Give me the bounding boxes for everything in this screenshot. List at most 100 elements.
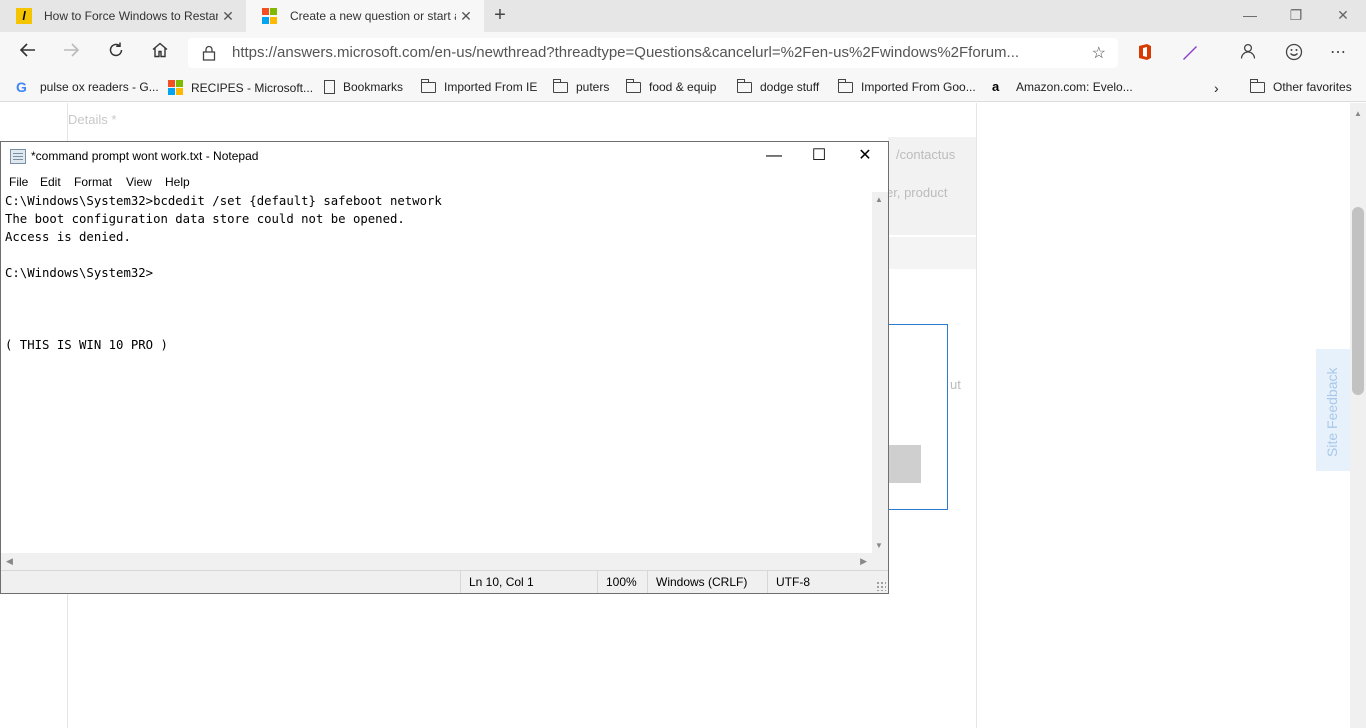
tab-strip: l How to Force Windows to Restar ✕ Creat… [0,0,1366,32]
resize-grip-icon[interactable] [876,581,886,591]
notepad-icon [10,149,26,164]
home-icon [152,42,168,58]
close-icon[interactable]: ✕ [842,142,888,172]
tab-title: Create a new question or start a [290,9,456,23]
favorite-item[interactable]: Imported From Goo... [837,78,976,94]
page-icon [324,80,335,94]
tab-new-question[interactable]: Create a new question or start a ✕ [246,0,484,32]
favorite-item[interactable]: Bookmarks [324,80,403,94]
favorite-label: dodge stuff [760,80,820,94]
favorite-label: puters [576,80,610,94]
favorite-item[interactable]: Imported From IE [420,78,538,94]
favorites-bar: G pulse ox readers - G... RECIPES - Micr… [0,74,1366,102]
favorite-item[interactable]: RECIPES - Microsoft... [168,80,313,95]
feedback-smiley-icon[interactable] [1284,43,1304,63]
vertical-scrollbar[interactable]: ▲ ▼ [872,192,888,553]
notepad-text-area[interactable]: C:\Windows\System32>bcdedit /set {defaul… [1,192,872,553]
page-text-fragment: ut [950,377,961,392]
profile-icon[interactable] [1238,43,1258,63]
notepad-menu-bar: File Edit Format View Help [1,172,888,192]
google-icon: G [16,79,27,95]
favorite-item[interactable]: G pulse ox readers - G... [16,80,159,94]
minimize-icon[interactable]: — [1227,0,1273,30]
page-scrollbar[interactable]: ▲ [1350,103,1366,728]
contact-link[interactable]: /contactus [896,147,955,162]
cursor-position: Ln 10, Col 1 [460,571,596,593]
zoom-level: 100% [597,571,647,593]
home-button[interactable] [146,39,174,67]
favorite-label: Imported From IE [444,80,538,94]
forward-arrow-icon [64,43,80,57]
favorite-label: Amazon.com: Evelo... [1016,80,1133,94]
favorite-label: RECIPES - Microsoft... [191,80,314,95]
scroll-right-icon[interactable]: ▶ [860,556,867,567]
new-tab-button[interactable]: + [488,4,512,28]
horizontal-scrollbar[interactable]: ◀ ▶ [1,553,872,570]
scrollbar-thumb[interactable] [1352,207,1364,395]
refresh-button[interactable] [102,39,130,67]
menu-help[interactable]: Help [165,175,190,189]
restore-icon[interactable]: ❐ [1273,0,1319,30]
scroll-down-icon[interactable]: ▼ [875,541,883,550]
site-feedback-button[interactable]: Site Feedback [1316,349,1350,471]
folder-icon [1249,78,1265,93]
folder-icon [736,78,752,93]
url-text: https://answers.microsoft.com/en-us/newt… [232,44,1020,61]
favorite-item[interactable]: puters [552,78,610,94]
favorites-overflow-chevron-icon[interactable]: › [1214,80,1219,96]
disabled-button[interactable] [886,445,921,483]
pen-extension-icon[interactable] [1180,43,1200,63]
favorite-item[interactable]: a Amazon.com: Evelo... [992,80,1133,94]
menu-file[interactable]: File [9,175,28,189]
encoding: UTF-8 [767,571,877,593]
favorite-label: Other favorites [1273,80,1352,94]
menu-view[interactable]: View [126,175,152,189]
back-arrow-icon [19,43,35,57]
favorite-star-icon[interactable]: ☆ [1092,43,1106,63]
microsoft-icon [168,80,183,95]
refresh-icon [109,42,123,57]
close-tab-icon[interactable]: ✕ [218,8,238,25]
other-favorites[interactable]: Other favorites [1249,78,1352,94]
favorite-label: Imported From Goo... [861,80,976,94]
favorite-label: food & equip [649,80,717,94]
menu-edit[interactable]: Edit [40,175,61,189]
address-bar[interactable]: https://answers.microsoft.com/en-us/newt… [188,38,1118,68]
amazon-icon: a [992,79,1000,94]
scroll-up-icon[interactable]: ▲ [1354,109,1362,118]
scrollbar-corner [872,553,888,570]
favorite-item[interactable]: dodge stuff [736,78,820,94]
close-tab-icon[interactable]: ✕ [456,8,476,25]
site-feedback-label: Site Feedback [1324,367,1340,458]
folder-icon [552,78,568,93]
details-label: Details * [68,112,117,127]
scroll-up-icon[interactable]: ▲ [875,195,883,204]
maximize-icon[interactable]: ☐ [796,142,842,172]
folder-icon [625,78,641,93]
folder-icon [837,78,853,93]
line-ending: Windows (CRLF) [647,571,767,593]
notepad-window: *command prompt wont work.txt - Notepad … [0,141,889,594]
more-menu-icon[interactable]: ⋯ [1328,43,1348,63]
tab-force-restart[interactable]: l How to Force Windows to Restar ✕ [0,0,246,32]
tab-title: How to Force Windows to Restar [44,9,218,23]
notepad-status-bar: Ln 10, Col 1 100% Windows (CRLF) UTF-8 [1,570,888,593]
lifehacker-icon: l [16,8,32,24]
notepad-title-bar[interactable]: *command prompt wont work.txt - Notepad … [1,142,888,172]
office-extension-icon[interactable] [1135,43,1155,63]
info-panel [888,237,976,269]
scroll-left-icon[interactable]: ◀ [6,556,13,567]
favorite-label: Bookmarks [343,80,404,94]
microsoft-icon [262,8,278,24]
lock-icon [202,45,216,61]
notepad-title: *command prompt wont work.txt - Notepad [31,149,259,163]
favorite-label: pulse ox readers - G... [40,80,159,94]
favorite-item[interactable]: food & equip [625,78,717,94]
product-text: er, product [886,185,948,200]
menu-format[interactable]: Format [74,175,112,189]
close-window-icon[interactable]: ✕ [1320,0,1366,30]
content-border [976,103,977,728]
minimize-icon[interactable]: — [751,142,797,172]
back-button[interactable] [14,39,42,67]
forward-button[interactable] [57,39,85,67]
